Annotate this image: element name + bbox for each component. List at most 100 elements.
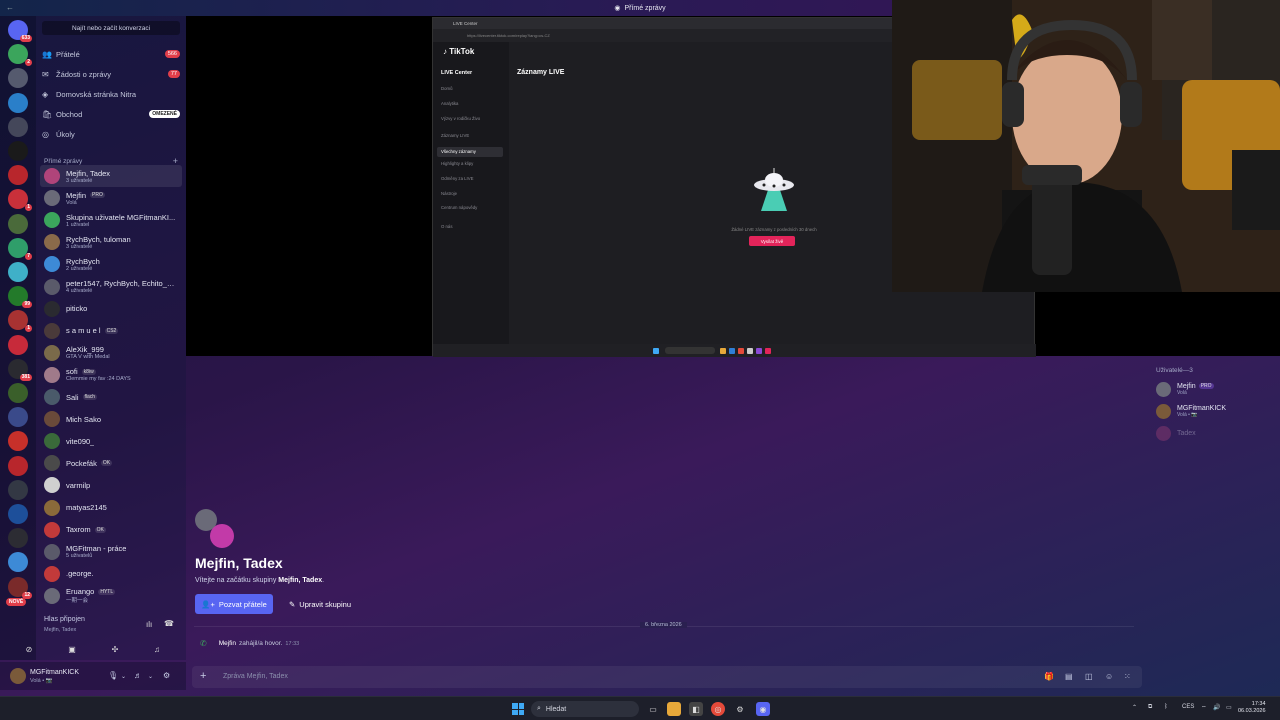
server-icon[interactable]: 1	[8, 189, 32, 212]
call-user[interactable]: Mejfin	[219, 640, 236, 647]
server-icon[interactable]	[8, 213, 28, 234]
wifi-icon[interactable]: ⌔	[1201, 704, 1207, 712]
member-item[interactable]: MGFitmanKICK Volá • 📷	[1154, 402, 1274, 420]
activities-button[interactable]: ✣	[100, 642, 130, 656]
dm-item[interactable]: piticko	[40, 298, 182, 320]
settings-gear-icon[interactable]: ⚙	[163, 671, 170, 680]
dm-item[interactable]: Mejfin PRO Volá	[40, 187, 182, 209]
edit-group-button[interactable]: ✎ Upravit skupinu	[280, 594, 360, 614]
microphone-icon[interactable]: 🎙	[108, 671, 118, 680]
tray-bluetooth-icon[interactable]: ᛒ	[1164, 704, 1168, 710]
nav-item-0[interactable]: 👥 Přátelé 566	[42, 45, 180, 63]
go-live-button[interactable]: Vysílat živě	[749, 236, 795, 246]
discord-taskbar-icon[interactable]: ◉	[756, 702, 770, 716]
server-icon[interactable]	[8, 552, 28, 573]
member-item[interactable]: Mejfin PRO Volá	[1154, 380, 1274, 398]
dm-item[interactable]: matyas2145	[40, 497, 182, 519]
back-arrow-icon[interactable]: ←	[6, 3, 14, 12]
server-icon[interactable]	[8, 334, 28, 355]
audio-chevron-icon[interactable]: ⌄	[148, 673, 153, 680]
sticker-icon[interactable]: ◫	[1085, 672, 1093, 681]
chrome-icon[interactable]: ◎	[711, 702, 725, 716]
screen-share-icon: ▣	[68, 644, 76, 654]
windows-start-icon[interactable]	[512, 703, 524, 715]
tray-app-icon[interactable]: ⧉	[1148, 704, 1152, 711]
member-list: Uživatelé—3 Mejfin PRO Volá MGFitmanKICK Vol…	[1148, 362, 1278, 452]
dm-item[interactable]: MGFitman - práce 5 uživatelů	[40, 541, 182, 563]
dm-item[interactable]: peter1547, RychBych, Echito_Ll... 4 uživa…	[40, 276, 182, 298]
nav-item-2[interactable]: ◈ Domovská stránka Nitra	[42, 85, 180, 103]
tray-language[interactable]: CES	[1182, 704, 1194, 710]
headphones-icon[interactable]: ♬	[134, 671, 142, 680]
dm-item[interactable]: s a m u e l CS2	[40, 320, 182, 342]
server-icon[interactable]: 7	[8, 237, 32, 260]
server-icon[interactable]	[8, 479, 28, 500]
server-icon[interactable]	[8, 116, 28, 137]
dm-item[interactable]: RychBych, tuloman 3 uživatelé	[40, 231, 182, 253]
dm-item[interactable]: sofi k8iw Clemmie my fav :24 DAYS	[40, 364, 182, 386]
screen-share-button[interactable]: ▣	[57, 642, 87, 656]
dm-item[interactable]: Skupina uživatele MGFitmanKI... 1 uživate…	[40, 209, 182, 231]
store-icon[interactable]: ◧	[689, 702, 703, 716]
server-icon[interactable]: 2	[8, 44, 32, 67]
gift-icon[interactable]: 🎁	[1044, 672, 1054, 681]
file-explorer-icon[interactable]	[667, 702, 681, 716]
dm-item[interactable]: RychBych 2 uživatelé	[40, 253, 182, 275]
server-icon[interactable]	[8, 407, 28, 428]
dm-item[interactable]: Eruango HYTL 一期一会	[40, 585, 182, 607]
camera-off-button[interactable]: ⊘	[14, 642, 44, 656]
server-icon[interactable]	[8, 455, 28, 476]
battery-icon[interactable]: ▭	[1226, 704, 1232, 711]
new-messages-pill[interactable]: NOVÉ	[6, 598, 27, 606]
app-icon[interactable]: ⚙	[733, 702, 747, 716]
member-item[interactable]: Tadex	[1154, 424, 1274, 442]
gif-icon[interactable]: ▤	[1065, 672, 1073, 681]
server-icon[interactable]: 1	[8, 310, 32, 333]
tray-chevron-icon[interactable]: ⌃	[1132, 704, 1137, 711]
soundboard-button[interactable]: ♫	[142, 642, 172, 656]
home-icon[interactable]: 633	[8, 20, 32, 42]
apps-icon[interactable]: ⁙	[1124, 672, 1131, 681]
server-icon[interactable]	[8, 431, 28, 452]
volume-icon[interactable]: 🔊	[1213, 704, 1220, 711]
dm-item[interactable]: Pockefák OK	[40, 452, 182, 474]
nav-item-4[interactable]: ◎ Úkoly	[42, 125, 180, 143]
server-icon[interactable]	[8, 68, 28, 89]
dm-item[interactable]: vite090_	[40, 430, 182, 452]
dm-item[interactable]: Mich Sako	[40, 408, 182, 430]
new-dm-button[interactable]: +	[173, 157, 178, 166]
clock[interactable]: 17:34 06.03.2026	[1238, 701, 1266, 715]
taskbar-search[interactable]: ⌕ Hledat	[531, 701, 639, 717]
shared-chrome-icon	[738, 347, 744, 354]
server-icon[interactable]: 381	[8, 358, 32, 381]
emoji-icon[interactable]: ☺	[1105, 672, 1113, 681]
nav-item-3[interactable]: 🛍 Obchod OMEZENÉ	[42, 105, 180, 123]
noise-suppression-icon[interactable]: ılı	[146, 620, 152, 629]
search-input[interactable]: Najít nebo začít konverzaci	[42, 21, 180, 35]
server-icon[interactable]	[8, 383, 28, 403]
server-icon[interactable]	[8, 504, 28, 524]
dm-item[interactable]: .george.	[40, 563, 182, 585]
nav-item-1[interactable]: ✉ Žádosti o zprávy 77	[42, 65, 180, 83]
avatar[interactable]	[10, 668, 26, 684]
dm-item[interactable]: AleXik_999 GTA V with Medal	[40, 342, 182, 364]
dm-item[interactable]: varmilp	[40, 474, 182, 496]
voice-channel[interactable]: Mejfin, Tadex	[30, 627, 76, 633]
server-icon[interactable]	[8, 262, 28, 282]
server-icon[interactable]	[8, 165, 28, 186]
dm-item[interactable]: Taxrom OK	[40, 519, 182, 541]
mic-chevron-icon[interactable]: ⌄	[121, 673, 126, 680]
task-view-icon[interactable]: ▭	[646, 702, 660, 716]
username[interactable]: MGFitmanKICK	[30, 669, 79, 676]
dm-item[interactable]: Mejfin, Tadex 3 uživatelé	[40, 165, 182, 187]
dm-item[interactable]: Sali flach	[40, 386, 182, 408]
server-icon[interactable]	[8, 92, 28, 113]
server-icon[interactable]: 99	[8, 286, 32, 309]
disconnect-icon[interactable]: ☎	[164, 619, 174, 628]
server-icon[interactable]	[8, 528, 28, 549]
message-composer[interactable]: + Zpráva Mejfin, Tadex 🎁 ▤ ◫ ☺ ⁙	[192, 666, 1142, 688]
server-icon[interactable]: 12	[8, 576, 32, 599]
server-icon[interactable]	[8, 141, 28, 161]
invite-friends-button[interactable]: 👤+ Pozvat přátele	[195, 594, 273, 614]
attach-plus-icon[interactable]: +	[200, 670, 206, 682]
